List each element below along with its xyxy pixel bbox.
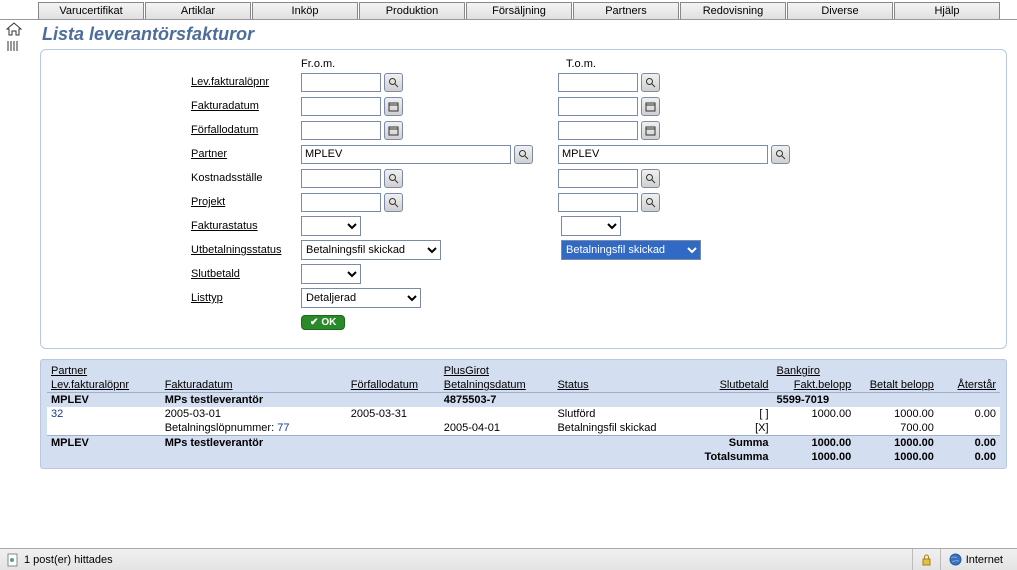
tab-forsaljning[interactable]: Försäljning bbox=[466, 2, 572, 19]
label-kostnadsstalle: Kostnadsställe bbox=[191, 172, 301, 184]
slutbetald-select[interactable] bbox=[301, 264, 361, 284]
th-slutbetald[interactable]: Slutbetald bbox=[698, 378, 772, 393]
tab-redovisning[interactable]: Redovisning bbox=[680, 2, 786, 19]
search-icon[interactable] bbox=[384, 193, 403, 212]
label-fakturadatum: Fakturadatum bbox=[191, 100, 301, 112]
label-listtyp: Listtyp bbox=[191, 292, 301, 304]
kostnad-from-input[interactable] bbox=[301, 169, 381, 188]
status-bar: 1 post(er) hittades Internet bbox=[0, 548, 1017, 570]
th-aterstar[interactable]: Återstår bbox=[938, 378, 1000, 393]
th-forfallodatum[interactable]: Förfallodatum bbox=[347, 378, 440, 393]
fakturastatus-from-select[interactable] bbox=[301, 216, 361, 236]
forfallodatum-from-input[interactable] bbox=[301, 121, 381, 140]
levfakt-from-input[interactable] bbox=[301, 73, 381, 92]
tab-hjalp[interactable]: Hjälp bbox=[894, 2, 1000, 19]
tab-inkop[interactable]: Inköp bbox=[252, 2, 358, 19]
partner-header-row: MPLEV MPs testleverantör 4875503-7 5599-… bbox=[47, 393, 1000, 408]
kostnad-to-input[interactable] bbox=[558, 169, 638, 188]
label-forfallodatum: Förfallodatum bbox=[191, 124, 301, 136]
tab-produktion[interactable]: Produktion bbox=[359, 2, 465, 19]
th-plusgirot[interactable]: PlusGirot bbox=[440, 364, 554, 378]
th-levfakt[interactable]: Lev.fakturalöpnr bbox=[47, 378, 161, 393]
search-icon[interactable] bbox=[384, 73, 403, 92]
th-fakturadatum[interactable]: Fakturadatum bbox=[161, 378, 347, 393]
th-bankgiro[interactable]: Bankgiro bbox=[773, 364, 856, 378]
search-icon[interactable] bbox=[641, 73, 660, 92]
partner-to-input[interactable] bbox=[558, 145, 768, 164]
utbetalning-from-select[interactable]: Betalningsfil skickad bbox=[301, 240, 441, 260]
label-fakturastatus: Fakturastatus bbox=[191, 220, 301, 232]
left-toolbar bbox=[6, 22, 22, 52]
label-slutbetald: Slutbetald bbox=[191, 268, 301, 280]
th-betaltbelopp[interactable]: Betalt belopp bbox=[855, 378, 938, 393]
calendar-icon[interactable] bbox=[641, 121, 660, 140]
tab-partners[interactable]: Partners bbox=[573, 2, 679, 19]
main-tabs: Varucertifikat Artiklar Inköp Produktion… bbox=[0, 0, 1017, 20]
col-to-header: T.o.m. bbox=[566, 58, 596, 70]
calendar-icon[interactable] bbox=[384, 97, 403, 116]
search-icon[interactable] bbox=[641, 169, 660, 188]
ie-page-icon bbox=[6, 553, 20, 567]
home-icon[interactable] bbox=[6, 22, 22, 36]
results-table: Partner PlusGirot Bankgiro Lev.fakturalö… bbox=[47, 364, 1000, 464]
filter-panel: Fr.o.m. T.o.m. Lev.fakturalöpnr Fakturad… bbox=[40, 49, 1007, 349]
calendar-icon[interactable] bbox=[641, 97, 660, 116]
tab-varucertifikat[interactable]: Varucertifikat bbox=[38, 2, 144, 19]
projekt-from-input[interactable] bbox=[301, 193, 381, 212]
table-row: 32 2005-03-01 2005-03-31 Slutförd [ ] 10… bbox=[47, 407, 1000, 421]
levfakt-link[interactable]: 32 bbox=[51, 408, 63, 420]
tab-diverse[interactable]: Diverse bbox=[787, 2, 893, 19]
partner-from-input[interactable] bbox=[301, 145, 511, 164]
totalsumma-row: Totalsumma 1000.00 1000.00 0.00 bbox=[47, 450, 1000, 464]
levfakt-to-input[interactable] bbox=[558, 73, 638, 92]
search-icon[interactable] bbox=[514, 145, 533, 164]
betalningslopnr-link[interactable]: 77 bbox=[277, 422, 289, 434]
calendar-icon[interactable] bbox=[384, 121, 403, 140]
th-status[interactable]: Status bbox=[553, 378, 698, 393]
table-row: Betalningslöpnummer: 77 2005-04-01 Betal… bbox=[47, 421, 1000, 436]
utbetalning-to-select[interactable]: Betalningsfil skickad bbox=[561, 240, 701, 260]
ok-button[interactable]: ✔ OK bbox=[301, 315, 345, 330]
results-panel: Partner PlusGirot Bankgiro Lev.fakturalö… bbox=[40, 359, 1007, 469]
th-betalningsdatum[interactable]: Betalningsdatum bbox=[440, 378, 554, 393]
forfallodatum-to-input[interactable] bbox=[558, 121, 638, 140]
label-partner: Partner bbox=[191, 148, 301, 160]
label-utbetalningsstatus: Utbetalningsstatus bbox=[191, 244, 301, 256]
label-projekt: Projekt bbox=[191, 196, 301, 208]
status-zone: Internet bbox=[966, 554, 1003, 566]
globe-icon bbox=[949, 553, 962, 566]
search-icon[interactable] bbox=[641, 193, 660, 212]
check-icon: ✔ bbox=[310, 317, 318, 328]
tab-artiklar[interactable]: Artiklar bbox=[145, 2, 251, 19]
search-icon[interactable] bbox=[771, 145, 790, 164]
th-faktbelopp[interactable]: Fakt.belopp bbox=[773, 378, 856, 393]
col-from-header: Fr.o.m. bbox=[301, 58, 566, 70]
fakturadatum-to-input[interactable] bbox=[558, 97, 638, 116]
fakturadatum-from-input[interactable] bbox=[301, 97, 381, 116]
lock-icon bbox=[921, 554, 932, 566]
listtyp-select[interactable]: Detaljerad bbox=[301, 288, 421, 308]
search-icon[interactable] bbox=[384, 169, 403, 188]
summa-row: MPLEV MPs testleverantör Summa 1000.00 1… bbox=[47, 436, 1000, 451]
page-title: Lista leverantörsfakturor bbox=[40, 24, 1007, 49]
label-levfakt: Lev.fakturalöpnr bbox=[191, 76, 301, 88]
fakturastatus-to-select[interactable] bbox=[561, 216, 621, 236]
list-icon[interactable] bbox=[7, 40, 21, 52]
status-text: 1 post(er) hittades bbox=[24, 554, 113, 566]
th-partner[interactable]: Partner bbox=[47, 364, 161, 378]
projekt-to-input[interactable] bbox=[558, 193, 638, 212]
